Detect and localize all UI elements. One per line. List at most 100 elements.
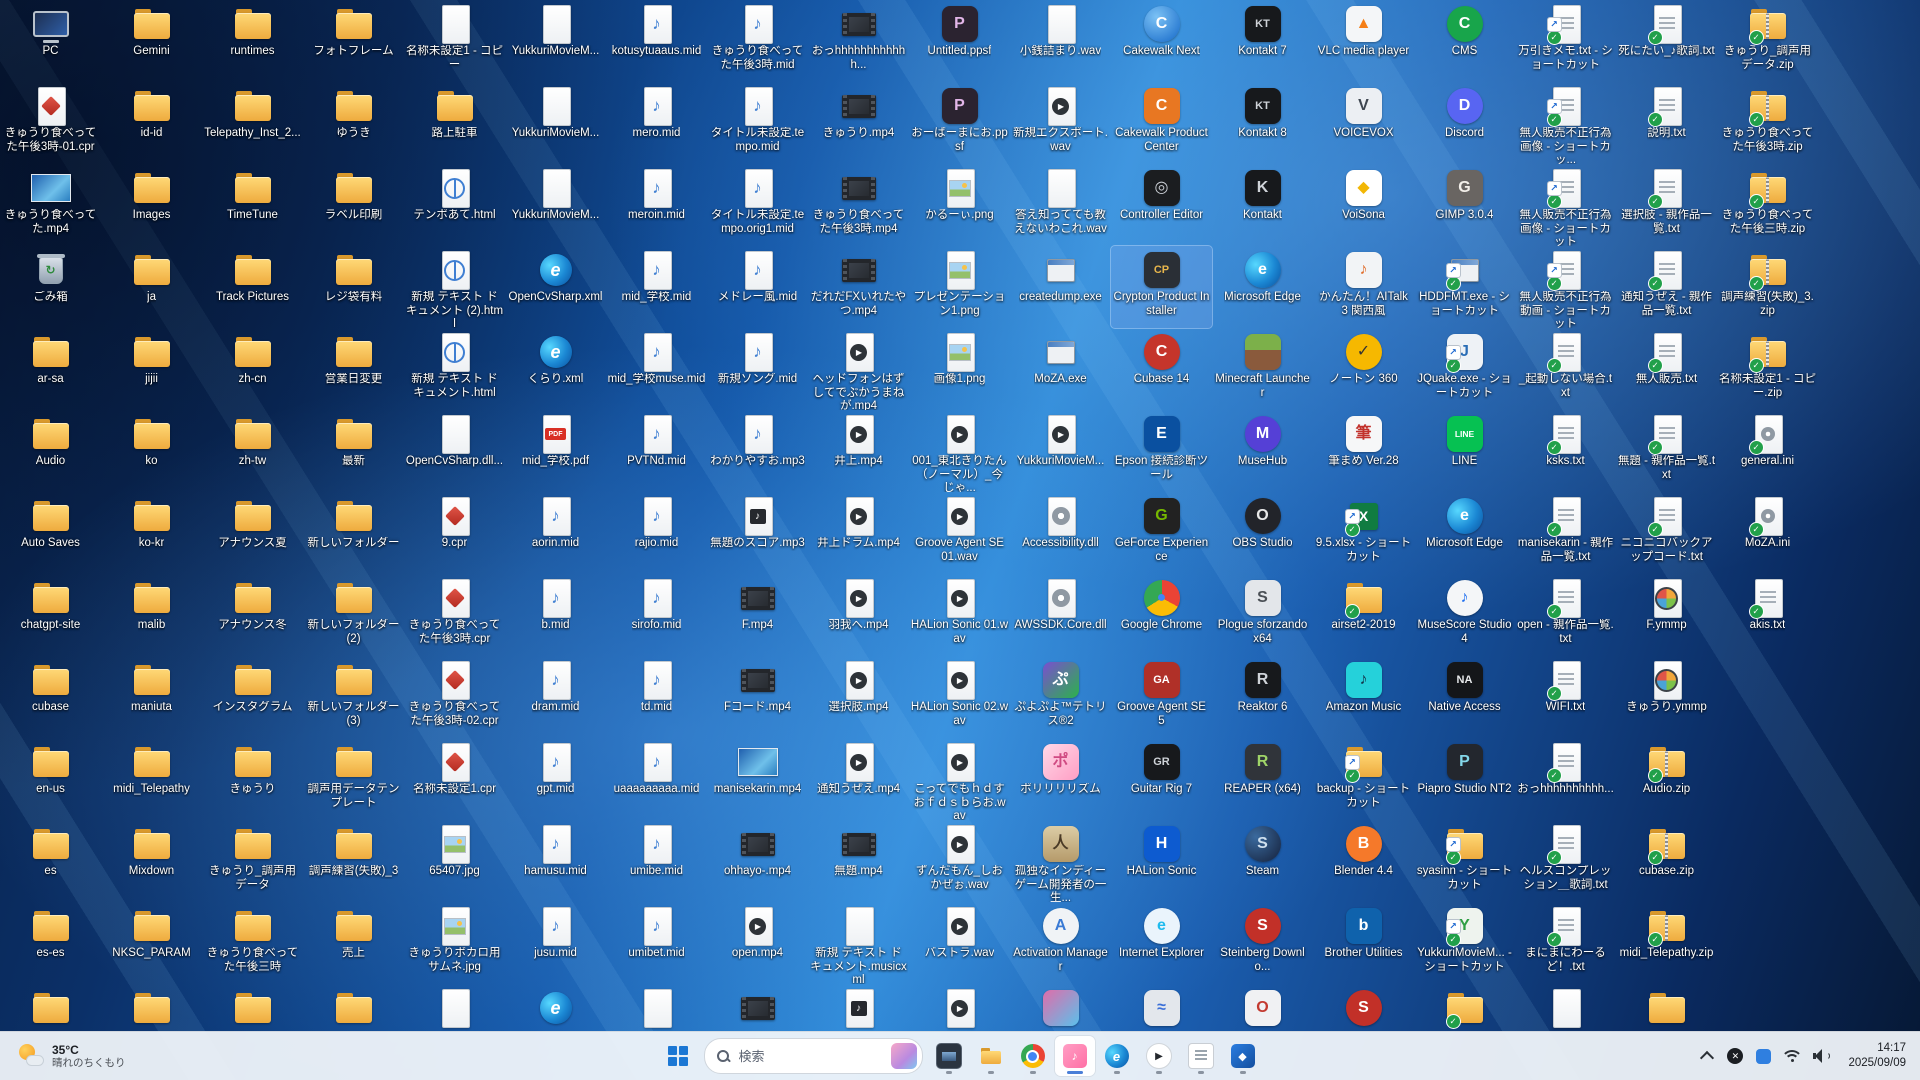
desktop-icon[interactable]: 名称未設定1 - コピー	[404, 0, 505, 82]
desktop-icon[interactable]: Groove Agent SE 01.wav	[909, 492, 1010, 574]
desktop-icon[interactable]: cubase	[0, 656, 101, 738]
desktop-icon[interactable]: NKSC_PARAM	[101, 902, 202, 984]
desktop-icon[interactable]: id-id	[101, 82, 202, 164]
desktop-icon[interactable]: ✓↗backup - ショートカット	[1313, 738, 1414, 820]
desktop-icon[interactable]: きゅうりボカロ用サムネ.jpg	[404, 902, 505, 984]
taskbar-clock[interactable]: 14:17 2025/09/09	[1842, 1039, 1912, 1073]
desktop-icon[interactable]: YukkuriMovieM...	[505, 82, 606, 164]
desktop-icon[interactable]: YukkuriMovieM...	[1010, 410, 1111, 492]
desktop-icon[interactable]: kotusytuaaus.mid	[606, 0, 707, 82]
desktop-icon[interactable]: ✓↗無人販売不正行為動画 - ショートカット	[1515, 246, 1616, 328]
desktop-icon[interactable]: 答え知ってても教えないわこれ.wav	[1010, 164, 1111, 246]
desktop-icon[interactable]: こってでもｈｄすおｆｄｓｂらお.wav	[909, 738, 1010, 820]
desktop-icon[interactable]: chatgpt-site	[0, 574, 101, 656]
desktop-icon[interactable]: Audio	[0, 410, 101, 492]
taskbar-app-capture-window[interactable]	[929, 1036, 969, 1076]
desktop-icon[interactable]: ✓きゅうり_調声用データ.zip	[1717, 0, 1818, 82]
desktop-icon[interactable]: ✓manisekarin - 親作品一覧.txt	[1515, 492, 1616, 574]
desktop-icon[interactable]: NANative Access	[1414, 656, 1515, 738]
desktop-icon[interactable]: ✓↗万引きメモ.txt - ショートカット	[1515, 0, 1616, 82]
desktop-icon[interactable]: S	[1313, 984, 1414, 1032]
desktop-icon[interactable]: ✓まにまにわーるど！.txt	[1515, 902, 1616, 984]
desktop-icon[interactable]: ポポリリリリズム	[1010, 738, 1111, 820]
desktop-icon[interactable]: zh-cn	[202, 328, 303, 410]
tray-app-x-button[interactable]: ✕	[1722, 1038, 1748, 1074]
desktop-icon[interactable]: F.mp4	[707, 574, 808, 656]
desktop-icon[interactable]: ✓調声練習(失敗)_3.zip	[1717, 246, 1818, 328]
desktop-icon[interactable]: OOBS Studio	[1212, 492, 1313, 574]
desktop-icon[interactable]: タイトル未設定.tempo.mid	[707, 82, 808, 164]
desktop-icon[interactable]: Mixdown	[101, 820, 202, 902]
hidden-icons-button[interactable]	[1694, 1038, 1720, 1074]
desktop-icon[interactable]: ●Google Chrome	[1111, 574, 1212, 656]
desktop-icon[interactable]: ko-kr	[101, 492, 202, 574]
desktop-icon[interactable]: open.mp4	[707, 902, 808, 984]
desktop-icon[interactable]: DDiscord	[1414, 82, 1515, 164]
desktop-icon[interactable]: 路上駐車	[404, 82, 505, 164]
desktop-icon[interactable]: mid_学校.mid	[606, 246, 707, 328]
desktop-icon[interactable]: Pおーばーまにお.ppsf	[909, 82, 1010, 164]
desktop-icon[interactable]: BBlender 4.4	[1313, 820, 1414, 902]
desktop-icon[interactable]: mero.mid	[606, 82, 707, 164]
desktop-icon[interactable]: インスタグラム	[202, 656, 303, 738]
desktop-icon[interactable]: 無題.mp4	[808, 820, 909, 902]
desktop-icon[interactable]: PVTNd.mid	[606, 410, 707, 492]
desktop-icon[interactable]: 調声用データテンプレート	[303, 738, 404, 820]
desktop-icon[interactable]: きゅうり.mp4	[808, 82, 909, 164]
desktop-icon[interactable]: TimeTune	[202, 164, 303, 246]
desktop-icon[interactable]: uaaaaaaaaa.mid	[606, 738, 707, 820]
desktop-icon[interactable]: ヘッドフォンはずしてでぶかうまねが.mp4	[808, 328, 909, 410]
desktop-icon[interactable]: ◆VoiSona	[1313, 164, 1414, 246]
desktop-icon[interactable]: 新規ソング.mid	[707, 328, 808, 410]
weather-widget[interactable]: 35°C 晴れのちくもり	[10, 1040, 134, 1073]
desktop-icon[interactable]	[808, 984, 909, 1032]
desktop-icon[interactable]: ラベル印刷	[303, 164, 404, 246]
desktop-icon[interactable]: Auto Saves	[0, 492, 101, 574]
desktop-icon[interactable]: GGIMP 3.0.4	[1414, 164, 1515, 246]
desktop-icon[interactable]: ずんだもん_しおかぜぉ.wav	[909, 820, 1010, 902]
desktop-icon[interactable]: jusu.mid	[505, 902, 606, 984]
desktop-icon[interactable]: かるーぃ.png	[909, 164, 1010, 246]
desktop-icon[interactable]: aorin.mid	[505, 492, 606, 574]
desktop-icon[interactable]: テンポあて.html	[404, 164, 505, 246]
desktop-icon[interactable]: HHALion Sonic	[1111, 820, 1212, 902]
desktop-icon[interactable]: EEpson 接続診断ツール	[1111, 410, 1212, 492]
taskbar-app-google-chrome[interactable]	[1013, 1036, 1053, 1076]
desktop-icon[interactable]: mid_学校.pdf	[505, 410, 606, 492]
desktop-icon[interactable]: アナウンス冬	[202, 574, 303, 656]
desktop-icon[interactable]: eInternet Explorer	[1111, 902, 1212, 984]
desktop-icon[interactable]: ✓選択肢 - 親作品一覧.txt	[1616, 164, 1717, 246]
desktop-icon[interactable]: OpenCvSharp.xml	[505, 246, 606, 328]
desktop-icon[interactable]: レジ袋有料	[303, 246, 404, 328]
search-input[interactable]	[737, 1048, 883, 1065]
desktop-icon[interactable]: 売上	[303, 902, 404, 984]
taskbar-app-file-explorer[interactable]	[971, 1036, 1011, 1076]
desktop-icon[interactable]: Fコード.mp4	[707, 656, 808, 738]
desktop-icon[interactable]: KKontakt	[1212, 164, 1313, 246]
desktop-icon[interactable]: PC	[0, 0, 101, 82]
desktop-icon[interactable]: MoZA.exe	[1010, 328, 1111, 410]
desktop-icon[interactable]: ✓名称未設定1 - コピー.zip	[1717, 328, 1818, 410]
desktop-icon[interactable]: OpenCvSharp.dll...	[404, 410, 505, 492]
desktop-icon[interactable]: ぷぷよぷよ™テトリス®2	[1010, 656, 1111, 738]
desktop-icon[interactable]: ✓↗syasinn - ショートカット	[1414, 820, 1515, 902]
tray-app-blue-button[interactable]	[1750, 1038, 1776, 1074]
start-button[interactable]	[658, 1036, 698, 1076]
desktop-icon[interactable]: 人孤独なインディーゲーム開発者の一生...	[1010, 820, 1111, 902]
desktop-icon[interactable]: CCakewalk Product Center	[1111, 82, 1212, 164]
desktop-icon[interactable]: 調声練習(失敗)_3	[303, 820, 404, 902]
desktop-icon[interactable]: b.mid	[505, 574, 606, 656]
desktop-icon[interactable]: td.mid	[606, 656, 707, 738]
desktop-icon[interactable]: KTKontakt 7	[1212, 0, 1313, 82]
desktop-icon[interactable]: ✓general.ini	[1717, 410, 1818, 492]
desktop-icon[interactable]	[0, 984, 101, 1032]
desktop-icon[interactable]	[1616, 984, 1717, 1032]
desktop-icon[interactable]: GAGroove Agent SE 5	[1111, 656, 1212, 738]
desktop-icon[interactable]: フォトフレーム	[303, 0, 404, 82]
desktop-icon[interactable]: 新規エクスポート.wav	[1010, 82, 1111, 164]
desktop-icon[interactable]: ▲VLC media player	[1313, 0, 1414, 82]
desktop-icon[interactable]: J✓↗JQuake.exe - ショートカット	[1414, 328, 1515, 410]
desktop-icon[interactable]: 小銭詰まり.wav	[1010, 0, 1111, 82]
desktop-icon[interactable]: Telepathy_Inst_2...	[202, 82, 303, 164]
desktop-icon[interactable]: runtimes	[202, 0, 303, 82]
